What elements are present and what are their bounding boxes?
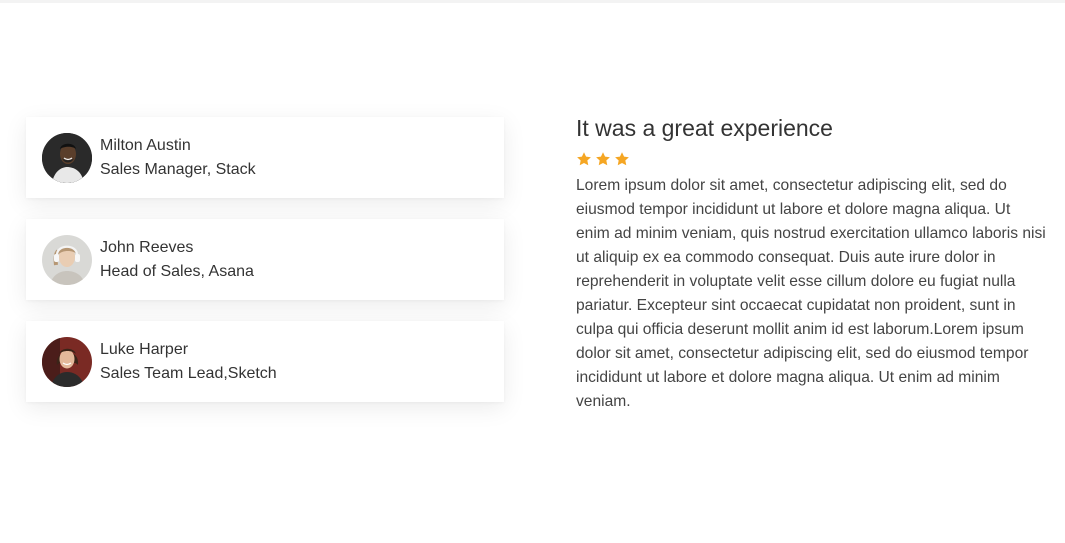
review-title: It was a great experience (576, 115, 833, 141)
star-icon (595, 151, 611, 169)
woman-headphones-avatar-icon (42, 235, 92, 285)
testimonial-list: Milton Austin Sales Manager, Stack John … (26, 117, 504, 423)
person-name: Luke Harper (100, 341, 189, 358)
man-portrait-avatar-icon (42, 133, 92, 183)
review-body: Lorem ipsum dolor sit amet, consectetur … (576, 177, 1046, 410)
testimonial-card-milton-austin[interactable]: Milton Austin Sales Manager, Stack (26, 117, 504, 198)
woman-smiling-avatar-icon (42, 337, 92, 387)
avatar (42, 337, 92, 387)
review-panel: It was a great experience Lorem ipsum do… (576, 114, 1046, 414)
person-role: Head of Sales, Asana (100, 263, 254, 280)
person-info: John Reeves Head of Sales, Asana (100, 238, 254, 282)
person-role: Sales Team Lead,Sketch (100, 365, 277, 382)
star-icon (614, 151, 630, 169)
person-info: Milton Austin Sales Manager, Stack (100, 136, 256, 180)
testimonial-card-john-reeves[interactable]: John Reeves Head of Sales, Asana (26, 219, 504, 300)
avatar (42, 235, 92, 285)
avatar (42, 133, 92, 183)
star-icon (576, 151, 592, 169)
top-divider (0, 0, 1065, 3)
person-name: John Reeves (100, 239, 194, 256)
person-role: Sales Manager, Stack (100, 161, 256, 178)
person-info: Luke Harper Sales Team Lead,Sketch (100, 340, 277, 384)
star-rating (576, 151, 1046, 169)
person-name: Milton Austin (100, 137, 191, 154)
testimonial-card-luke-harper[interactable]: Luke Harper Sales Team Lead,Sketch (26, 321, 504, 402)
